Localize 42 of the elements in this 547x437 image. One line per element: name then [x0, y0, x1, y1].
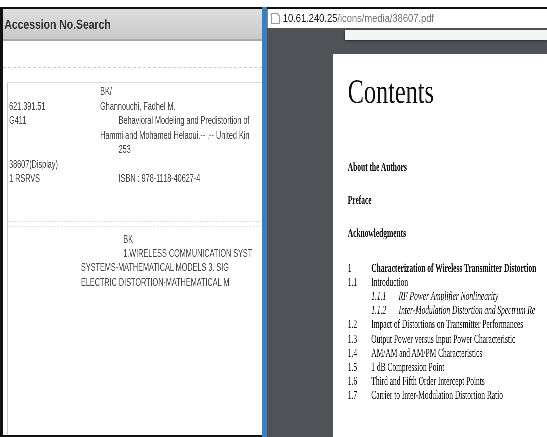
toc-entry[interactable]: Introduction	[372, 274, 408, 290]
url-text: 10.61.240.25/icons/media/38607.pdf	[283, 12, 434, 24]
toc-entry[interactable]: Preface	[348, 193, 372, 208]
section-number: 1.6	[348, 374, 358, 390]
toc-entry[interactable]: About the Authors	[348, 160, 408, 175]
address-bar[interactable]: 10.61.240.25/icons/media/38607.pdf	[267, 9, 547, 28]
section-number: 1.7	[348, 388, 358, 404]
section-number: 1.1.2	[372, 303, 388, 318]
section-number: 1.3	[348, 332, 358, 347]
subject-text: ELECTRIC DISTORTION-MATHEMATICAL M	[81, 276, 231, 290]
subject-text: 1.WIRELESS COMMUNICATION SYST	[122, 246, 254, 261]
record-text: Ghannouchi, Fadhel M.	[100, 100, 176, 113]
record-text: ISBN : 978-1118-40627-4	[118, 173, 201, 186]
call-number: 1 RSRVS	[8, 173, 40, 186]
toc-entry[interactable]: RF Power Amplifier Nonlinearity	[398, 288, 499, 304]
panel-title: Accession No.Search	[4, 16, 111, 32]
record-text: Behavioral Modeling and Predistortion of	[118, 115, 250, 128]
call-number: G411	[8, 115, 27, 128]
toc-entry[interactable]: AM/AM and AM/PM Characteristics	[372, 346, 483, 361]
record-text: BK	[122, 232, 134, 246]
record-text: Hammi and Mohamed Helaoui.-- .-- United Kin	[100, 130, 250, 142]
section-number: 1.1	[348, 274, 358, 290]
toc-entry[interactable]: Output Power versus Input Power Characteristic	[372, 332, 516, 347]
toc-entry[interactable]: Acknowledgments	[348, 226, 406, 241]
toc-entry[interactable]: Third and Fifth Order Intercept Points	[372, 374, 485, 390]
section-number: 1.2	[348, 317, 358, 332]
page-heading: Contents	[348, 74, 434, 112]
toc-entry[interactable]: Impact of Distortions on Transmitter Performances	[372, 317, 524, 332]
subject-text: SYSTEMS-MATHEMATICAL MODELS 3. SIG	[81, 261, 230, 276]
section-number: 1.1.1	[372, 288, 388, 304]
page-icon	[271, 13, 280, 24]
call-number: 38607(Display)	[8, 158, 58, 171]
section-number: 1.5	[348, 360, 358, 375]
record-text: BK/	[100, 86, 112, 98]
toc-entry[interactable]: 1 dB Compression Point	[372, 360, 445, 375]
call-number: 621.391.51	[8, 100, 46, 113]
record-text: 253	[118, 144, 131, 156]
toc-entry[interactable]: Inter-Modulation Distortion and Spectrum Re	[398, 303, 536, 318]
section-number: 1.4	[348, 346, 358, 361]
toc-entry[interactable]: Characterization of Wireless Transmitter Distortion	[372, 260, 536, 276]
toc-entry[interactable]: Carrier to Inter-Modulation Distortion Ratio	[372, 388, 504, 404]
section-number: 1	[348, 260, 353, 276]
